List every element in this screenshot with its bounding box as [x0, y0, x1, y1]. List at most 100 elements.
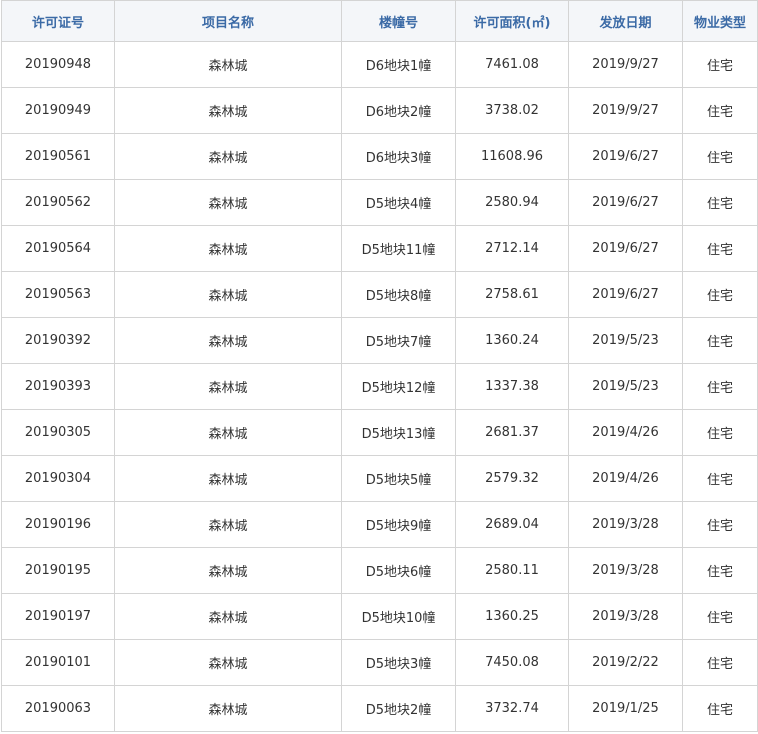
permit-number-cell: 20190063 [1, 685, 115, 732]
permit-number-cell: 20190196 [1, 501, 115, 548]
table-row: 20190948 森林城 D6地块1幢 7461.08 2019/9/27 住宅 [1, 41, 758, 88]
property-type-cell: 住宅 [682, 501, 758, 548]
issue-date-cell: 2019/2/22 [568, 639, 683, 686]
issue-date-cell: 2019/3/28 [568, 547, 683, 594]
building-number-cell: D5地块8幢 [341, 271, 456, 318]
building-number-cell: D5地块12幢 [341, 363, 456, 410]
permit-area-cell: 1360.25 [455, 593, 569, 640]
project-name-cell: 森林城 [114, 133, 342, 180]
property-type-cell: 住宅 [682, 409, 758, 456]
permit-number-cell: 20190949 [1, 87, 115, 134]
presale-permit-table: 许可证号 项目名称 楼幢号 许可面积(㎡) 发放日期 物业类型 20190948… [1, 0, 758, 732]
building-number-cell: D5地块7幢 [341, 317, 456, 364]
table-row: 20190564 森林城 D5地块11幢 2712.14 2019/6/27 住宅 [1, 225, 758, 272]
building-number-cell: D6地块3幢 [341, 133, 456, 180]
permit-number-cell: 20190393 [1, 363, 115, 410]
permit-area-cell: 2758.61 [455, 271, 569, 318]
permit-number-cell: 20190392 [1, 317, 115, 364]
building-number-cell: D5地块2幢 [341, 685, 456, 732]
table-row: 20190562 森林城 D5地块4幢 2580.94 2019/6/27 住宅 [1, 179, 758, 226]
table-body: 20190948 森林城 D6地块1幢 7461.08 2019/9/27 住宅 20190… [1, 41, 758, 732]
permit-area-cell: 2712.14 [455, 225, 569, 272]
header-row: 许可证号 项目名称 楼幢号 许可面积(㎡) 发放日期 物业类型 [1, 0, 758, 42]
property-type-cell: 住宅 [682, 41, 758, 88]
column-header-permit-area[interactable]: 许可面积(㎡) [455, 0, 569, 42]
permit-number-cell: 20190101 [1, 639, 115, 686]
table-row: 20190196 森林城 D5地块9幢 2689.04 2019/3/28 住宅 [1, 501, 758, 548]
table-header: 许可证号 项目名称 楼幢号 许可面积(㎡) 发放日期 物业类型 [1, 0, 758, 42]
permit-number-cell: 20190562 [1, 179, 115, 226]
permit-area-cell: 3732.74 [455, 685, 569, 732]
permit-area-cell: 2580.94 [455, 179, 569, 226]
permit-area-cell: 3738.02 [455, 87, 569, 134]
column-header-permit-number[interactable]: 许可证号 [1, 0, 115, 42]
permit-area-cell: 1360.24 [455, 317, 569, 364]
table-row: 20190393 森林城 D5地块12幢 1337.38 2019/5/23 住宅 [1, 363, 758, 410]
property-type-cell: 住宅 [682, 271, 758, 318]
project-name-cell: 森林城 [114, 547, 342, 594]
permit-number-cell: 20190564 [1, 225, 115, 272]
issue-date-cell: 2019/6/27 [568, 225, 683, 272]
building-number-cell: D5地块4幢 [341, 179, 456, 226]
table-row: 20190563 森林城 D5地块8幢 2758.61 2019/6/27 住宅 [1, 271, 758, 318]
building-number-cell: D5地块6幢 [341, 547, 456, 594]
property-type-cell: 住宅 [682, 133, 758, 180]
issue-date-cell: 2019/1/25 [568, 685, 683, 732]
property-type-cell: 住宅 [682, 455, 758, 502]
permit-number-cell: 20190948 [1, 41, 115, 88]
permit-number-cell: 20190197 [1, 593, 115, 640]
issue-date-cell: 2019/5/23 [568, 363, 683, 410]
property-type-cell: 住宅 [682, 363, 758, 410]
building-number-cell: D5地块10幢 [341, 593, 456, 640]
issue-date-cell: 2019/9/27 [568, 87, 683, 134]
building-number-cell: D6地块1幢 [341, 41, 456, 88]
property-type-cell: 住宅 [682, 639, 758, 686]
column-header-property-type[interactable]: 物业类型 [682, 0, 758, 42]
building-number-cell: D5地块3幢 [341, 639, 456, 686]
table-row: 20190561 森林城 D6地块3幢 11608.96 2019/6/27 住宅 [1, 133, 758, 180]
table-row: 20190304 森林城 D5地块5幢 2579.32 2019/4/26 住宅 [1, 455, 758, 502]
table-row: 20190063 森林城 D5地块2幢 3732.74 2019/1/25 住宅 [1, 685, 758, 732]
permit-area-cell: 11608.96 [455, 133, 569, 180]
permit-number-cell: 20190195 [1, 547, 115, 594]
project-name-cell: 森林城 [114, 87, 342, 134]
permit-area-cell: 2681.37 [455, 409, 569, 456]
column-header-issue-date[interactable]: 发放日期 [568, 0, 683, 42]
permit-area-cell: 2689.04 [455, 501, 569, 548]
permit-number-cell: 20190563 [1, 271, 115, 318]
column-header-building-number[interactable]: 楼幢号 [341, 0, 456, 42]
issue-date-cell: 2019/3/28 [568, 501, 683, 548]
issue-date-cell: 2019/4/26 [568, 409, 683, 456]
table-row: 20190305 森林城 D5地块13幢 2681.37 2019/4/26 住宅 [1, 409, 758, 456]
building-number-cell: D5地块5幢 [341, 455, 456, 502]
project-name-cell: 森林城 [114, 317, 342, 364]
property-type-cell: 住宅 [682, 179, 758, 226]
permit-area-cell: 2580.11 [455, 547, 569, 594]
project-name-cell: 森林城 [114, 685, 342, 732]
permit-area-cell: 1337.38 [455, 363, 569, 410]
property-type-cell: 住宅 [682, 547, 758, 594]
permit-area-cell: 7450.08 [455, 639, 569, 686]
table-row: 20190195 森林城 D5地块6幢 2580.11 2019/3/28 住宅 [1, 547, 758, 594]
table-row: 20190392 森林城 D5地块7幢 1360.24 2019/5/23 住宅 [1, 317, 758, 364]
property-type-cell: 住宅 [682, 87, 758, 134]
project-name-cell: 森林城 [114, 179, 342, 226]
project-name-cell: 森林城 [114, 501, 342, 548]
property-type-cell: 住宅 [682, 685, 758, 732]
project-name-cell: 森林城 [114, 225, 342, 272]
issue-date-cell: 2019/3/28 [568, 593, 683, 640]
project-name-cell: 森林城 [114, 271, 342, 318]
column-header-project-name[interactable]: 项目名称 [114, 0, 342, 42]
table-row: 20190101 森林城 D5地块3幢 7450.08 2019/2/22 住宅 [1, 639, 758, 686]
permit-number-cell: 20190304 [1, 455, 115, 502]
permit-number-cell: 20190561 [1, 133, 115, 180]
issue-date-cell: 2019/5/23 [568, 317, 683, 364]
issue-date-cell: 2019/6/27 [568, 271, 683, 318]
issue-date-cell: 2019/9/27 [568, 41, 683, 88]
project-name-cell: 森林城 [114, 409, 342, 456]
building-number-cell: D5地块11幢 [341, 225, 456, 272]
building-number-cell: D5地块13幢 [341, 409, 456, 456]
table-row: 20190197 森林城 D5地块10幢 1360.25 2019/3/28 住宅 [1, 593, 758, 640]
table-row: 20190949 森林城 D6地块2幢 3738.02 2019/9/27 住宅 [1, 87, 758, 134]
project-name-cell: 森林城 [114, 593, 342, 640]
